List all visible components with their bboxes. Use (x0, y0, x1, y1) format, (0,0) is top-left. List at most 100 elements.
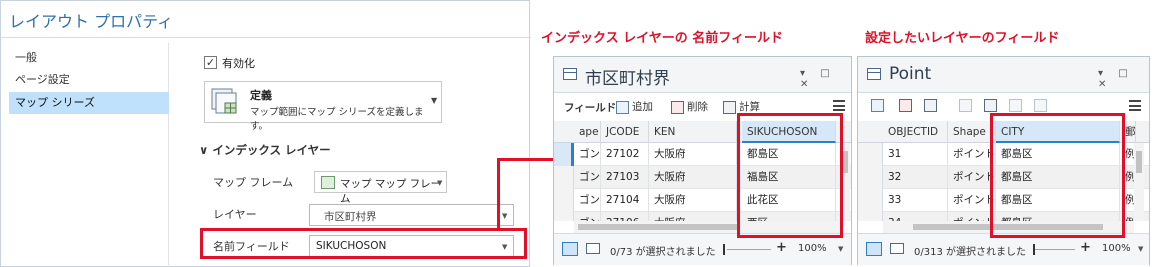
nav-item-general[interactable]: 一般 (9, 47, 169, 69)
table-cell: 33 (883, 189, 948, 212)
layer-select[interactable]: 市区町村界 ▼ (309, 204, 514, 226)
menu-icon[interactable] (833, 100, 845, 111)
table-cell: 大阪府 (649, 212, 737, 221)
chevron-down-icon[interactable]: ▼ (1138, 245, 1143, 253)
delete-field-button[interactable] (899, 99, 915, 115)
table-cell: 32 (883, 166, 948, 189)
properties-nav: 一般 ページ設定 マップ シリーズ (9, 43, 169, 267)
enable-label: 有効化 (222, 57, 255, 70)
table-cell: ゴン (574, 212, 601, 221)
delete-field-icon (899, 99, 912, 112)
column-header[interactable]: OBJECTID (883, 121, 948, 143)
add-field-icon (871, 99, 884, 112)
table-cell: ゴン (574, 143, 601, 166)
annotation-left: インデックス レイヤーの 名前フィールド (541, 31, 784, 46)
highlight-column-box (990, 113, 1125, 238)
window-controls[interactable]: ▾ □ ✕ (1098, 68, 1149, 90)
row-header[interactable] (858, 212, 883, 221)
table-view-icon[interactable] (866, 242, 882, 256)
table-cell: ポイント (948, 189, 996, 212)
mapframe-value: マップ マップ フレーム (340, 178, 442, 205)
table-cell: 27104 (601, 189, 649, 212)
clear-selection-icon (1009, 99, 1022, 112)
row-header[interactable] (554, 143, 574, 166)
zoom-slider-knob[interactable] (723, 244, 725, 255)
switch-selection-icon (984, 99, 997, 112)
table-cell: 34 (883, 212, 948, 221)
column-header[interactable]: 郵 (1124, 121, 1136, 143)
chevron-down-icon: ▼ (437, 179, 443, 187)
zoom-slider[interactable] (1035, 249, 1075, 250)
divider (1, 37, 531, 38)
table-cell: ポイント (948, 212, 996, 221)
table-title-bar: 市区町村界 ▾ □ ✕ (554, 57, 851, 93)
row-header[interactable] (554, 212, 574, 221)
vertical-scrollbar[interactable] (1134, 143, 1144, 221)
scroll-thumb[interactable] (1136, 151, 1142, 173)
checkbox-icon[interactable]: ✓ (204, 56, 217, 69)
column-header[interactable]: ape (574, 121, 601, 143)
table-cell: 31 (883, 143, 948, 166)
chevron-down-icon[interactable]: ▼ (838, 245, 843, 253)
zoom-in-icon[interactable]: + (776, 240, 787, 255)
nav-item-map-series[interactable]: マップ シリーズ (9, 92, 169, 114)
row-header[interactable] (554, 189, 574, 212)
column-header[interactable]: Shape (948, 121, 996, 143)
delete-field-icon (671, 100, 684, 114)
row-header[interactable] (858, 189, 883, 212)
table-view-icon[interactable] (562, 242, 578, 256)
mapframe-select[interactable]: マップ マップ フレーム ▼ (314, 171, 447, 205)
zoom-in-icon[interactable]: + (1080, 240, 1091, 255)
table-icon (867, 68, 881, 80)
column-header[interactable]: KEN (649, 121, 737, 143)
zoom-to-icon (959, 99, 972, 112)
zoom-level: 100% (1102, 243, 1131, 254)
zoom-level: 100% (798, 243, 827, 254)
nav-item-page-setup[interactable]: ページ設定 (9, 69, 169, 91)
selection-status: 0/313 が選択されました (914, 247, 1026, 258)
connector-line (497, 158, 500, 230)
add-field-icon (616, 100, 629, 114)
row-header[interactable] (554, 166, 574, 189)
define-description: マップ範囲にマップ シリーズを定義します。 (250, 107, 424, 132)
column-header[interactable]: JCODE (601, 121, 649, 143)
selection-view-icon[interactable] (890, 243, 904, 254)
table-cell: ゴン (574, 166, 601, 189)
scroll-thumb[interactable] (578, 224, 738, 230)
selection-view-icon[interactable] (586, 243, 600, 254)
add-label: 追加 (632, 101, 653, 113)
add-field-button[interactable]: 追加 (616, 99, 653, 115)
calculate-field-icon (723, 100, 736, 114)
delete-field-button[interactable]: 削除 (671, 99, 708, 115)
window-controls[interactable]: ▾ □ ✕ (800, 68, 851, 90)
map-frame-icon (321, 176, 335, 189)
table-title: 市区町村界 (585, 69, 670, 89)
table-cell: ポイント (948, 143, 996, 166)
mapframe-label: マップ フレーム (213, 176, 294, 189)
define-dropdown[interactable]: 定義 マップ範囲にマップ シリーズを定義します。 ▼ (204, 81, 442, 132)
index-layer-header[interactable]: ∨ インデックス レイヤー (199, 142, 331, 158)
map-series-icon (211, 88, 237, 114)
row-header[interactable] (858, 143, 883, 166)
table-title-bar: Point ▾ □ ✕ (858, 57, 1149, 93)
table-cell: ゴン (574, 189, 601, 212)
zoom-to-button[interactable] (959, 99, 975, 115)
table-cell: 大阪府 (649, 166, 737, 189)
add-field-button[interactable] (871, 99, 887, 115)
table-cell: ポイント (948, 166, 996, 189)
table-cell: 27102 (601, 143, 649, 166)
calculate-label: 計算 (739, 101, 760, 113)
layer-value: 市区町村界 (324, 211, 377, 223)
pane-title: レイアウト プロパティ (9, 12, 174, 31)
field-label: フィールド: (564, 102, 621, 114)
highlight-column-box (737, 113, 843, 238)
row-header[interactable] (858, 166, 883, 189)
layer-label: レイヤー (213, 208, 257, 221)
menu-icon[interactable] (1129, 100, 1141, 111)
zoom-slider[interactable] (727, 249, 771, 250)
table-cell: 27103 (601, 166, 649, 189)
chevron-down-icon: ∨ (199, 143, 213, 157)
calculate-field-button[interactable] (924, 99, 940, 115)
define-title: 定義 (250, 89, 272, 102)
delete-label: 削除 (687, 101, 708, 113)
